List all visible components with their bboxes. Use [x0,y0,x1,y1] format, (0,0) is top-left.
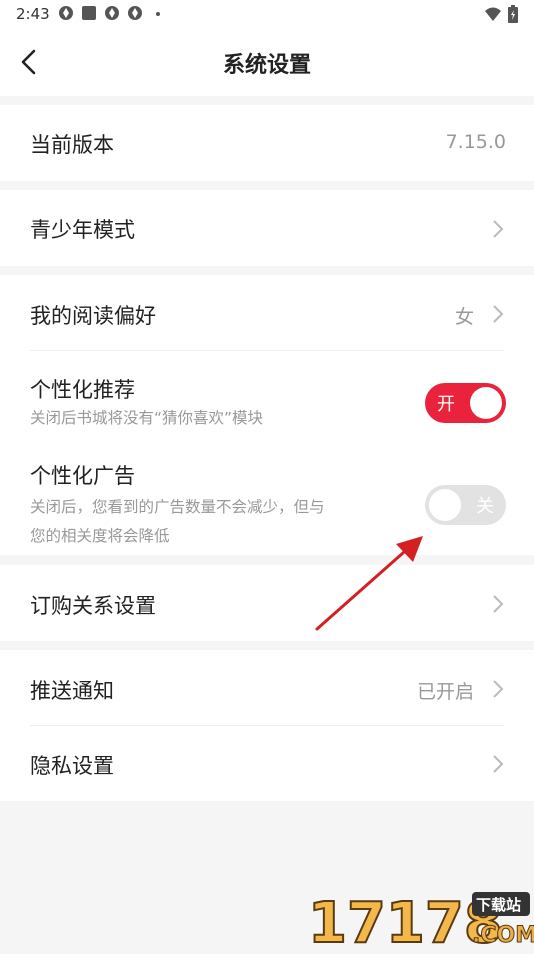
toggle-knob [429,489,461,521]
reading-preference-row[interactable]: 我的阅读偏好 女 [0,275,534,351]
push-notification-label: 推送通知 [30,679,114,703]
battery-icon [508,5,518,23]
chevron-right-icon [493,595,504,613]
version-value: 7.15.0 [445,131,506,153]
toggle-off-label: 关 [476,496,494,517]
chevron-right-icon [493,680,504,698]
version-row: 当前版本 7.15.0 [0,105,534,181]
subscription-label: 订购关系设置 [30,594,156,618]
dot-icon [156,12,160,16]
subscription-section: 订购关系设置 [0,565,534,641]
page-title: 系统设置 [222,53,311,78]
app-notification-icon [59,6,73,20]
chevron-right-icon [493,305,504,323]
app-header: 系统设置 [0,28,534,96]
reading-preference-label: 我的阅读偏好 [30,304,156,328]
notification-section: 推送通知 已开启 隐私设置 [0,650,534,801]
personal-rec-toggle[interactable]: 开 [425,383,506,423]
privacy-settings-label: 隐私设置 [30,754,114,778]
push-notification-value: 已开启 [416,681,474,703]
version-section: 当前版本 7.15.0 [0,105,534,181]
personal-ad-toggle[interactable]: 关 [425,485,506,525]
wifi-icon [485,7,501,21]
notification-icons [58,5,166,21]
watermark-domain: .COM [472,923,534,948]
reading-preference-value: 女 [454,306,474,328]
push-notification-row[interactable]: 推送通知 已开启 [0,650,534,726]
personal-ad-description-line2: 您的相关度将会降低 [30,527,170,545]
system-icons [484,5,518,23]
subscription-row[interactable]: 订购关系设置 [0,565,534,641]
divider [30,350,504,351]
chevron-right-icon [493,220,504,238]
app-notification-icon [105,6,119,20]
personal-ad-label: 个性化广告 [30,464,135,488]
privacy-settings-row[interactable]: 隐私设置 [0,726,534,802]
watermark-tag: 下载站 [476,896,521,914]
chevron-right-icon [493,755,504,773]
watermark-graphic: 17178 下载站 .COM [307,890,534,954]
youth-mode-row[interactable]: 青少年模式 [0,190,534,266]
annotation-arrow-icon [315,536,423,631]
status-bar: 2:43 [0,0,534,28]
toggle-knob [470,387,502,419]
youth-mode-label: 青少年模式 [30,218,135,242]
square-notification-icon [82,6,96,20]
personal-rec-description: 关闭后书城将没有“猜你喜欢”模块 [30,409,264,427]
youth-section: 青少年模式 [0,190,534,266]
status-time: 2:43 [16,5,50,23]
toggle-on-label: 开 [437,394,455,415]
watermark-logo: 17178 下载站 .COM [306,886,534,954]
preference-section: 我的阅读偏好 女 个性化推荐 关闭后书城将没有“猜你喜欢”模块 开 个性化广告 … [0,275,534,555]
personal-ad-description-line1: 关闭后，您看到的广告数量不会减少，但与 [30,498,325,516]
personal-rec-label: 个性化推荐 [30,378,135,402]
version-label: 当前版本 [30,133,114,157]
app-notification-icon [128,6,142,20]
